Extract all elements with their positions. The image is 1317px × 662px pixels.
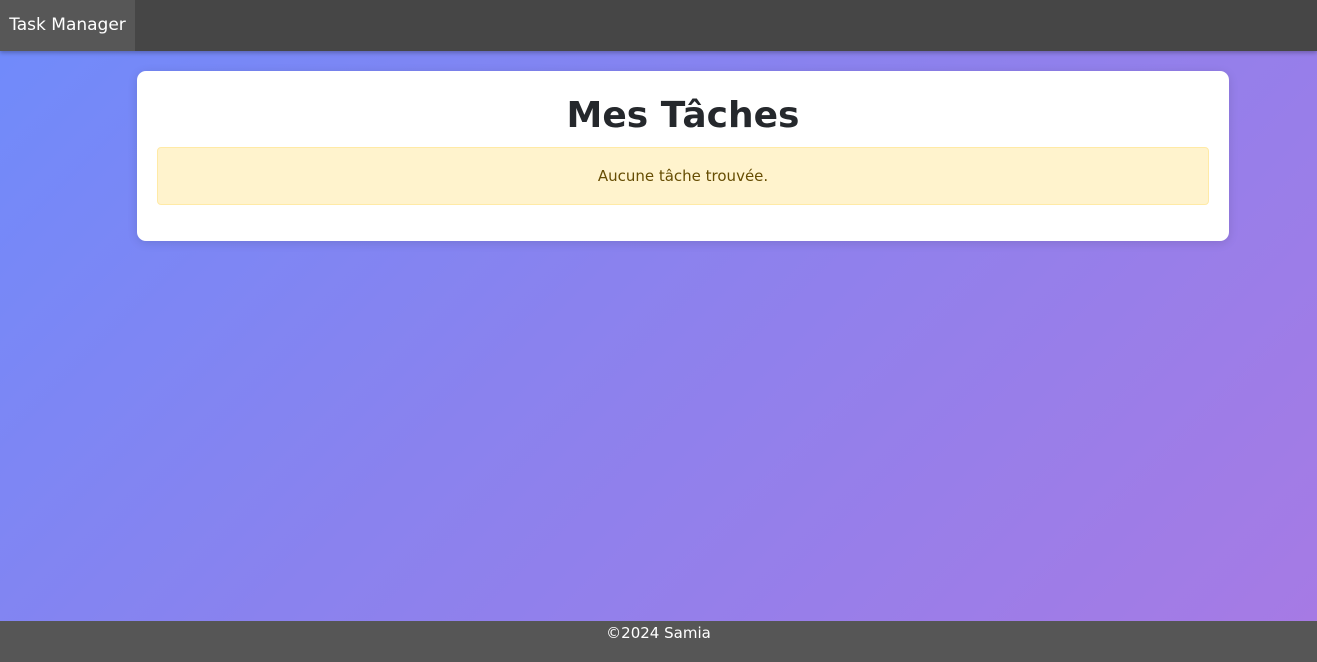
navbar-brand-link[interactable]: Task Manager [0, 0, 135, 51]
footer-copyright-text: ©2024 Samia [606, 624, 711, 642]
tasks-card: Mes Tâches Aucune tâche trouvée. [137, 71, 1229, 241]
footer: ©2024 Samia [0, 621, 1317, 662]
page-title: Mes Tâches [566, 95, 800, 136]
navbar: Task Manager [0, 0, 1317, 51]
empty-tasks-alert: Aucune tâche trouvée. [157, 147, 1209, 205]
